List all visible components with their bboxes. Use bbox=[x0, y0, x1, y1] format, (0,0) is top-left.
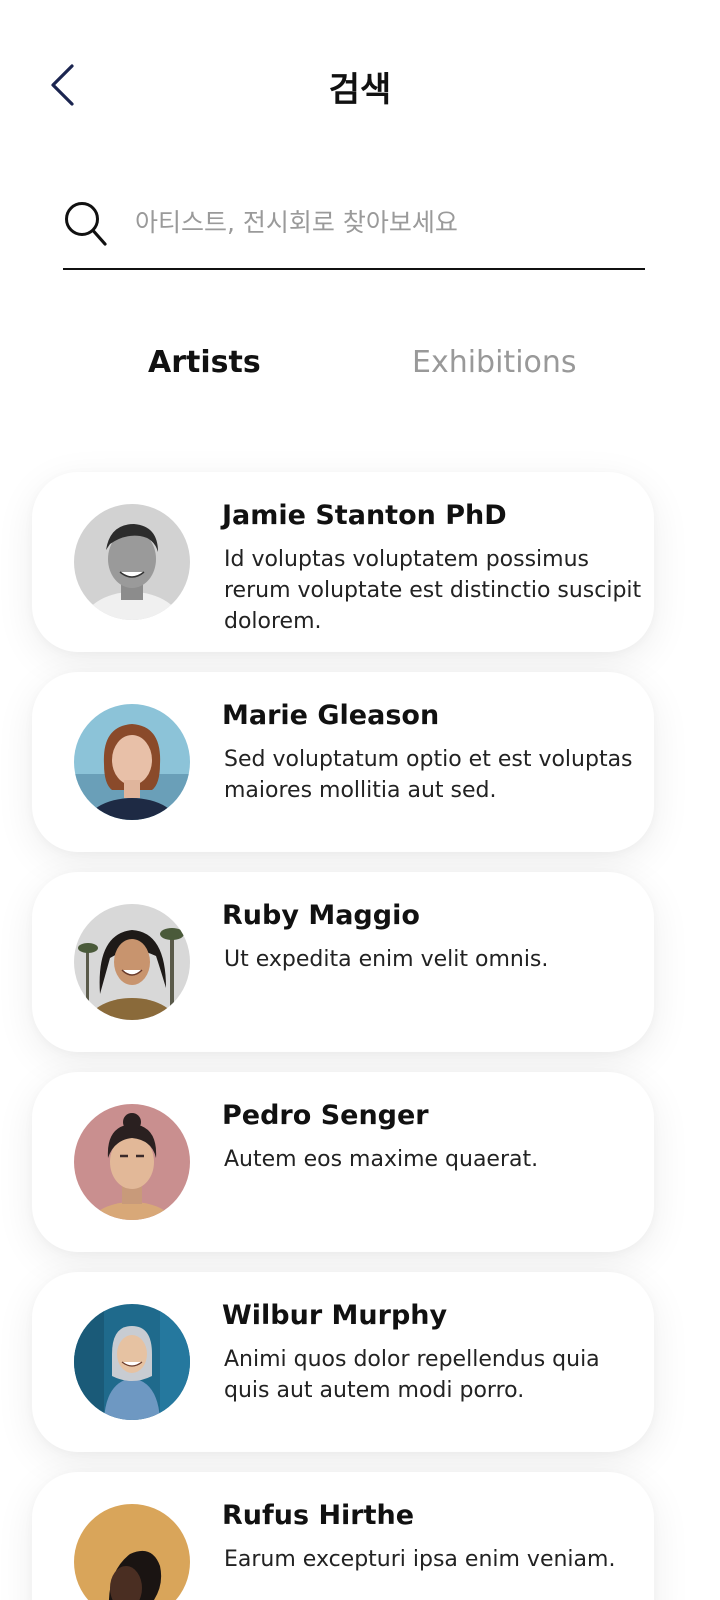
artist-card[interactable]: Marie Gleason Sed voluptatum optio et es… bbox=[32, 672, 654, 852]
artist-description: Autem eos maxime quaerat. bbox=[224, 1147, 539, 1172]
artist-name: Pedro Senger bbox=[222, 1100, 429, 1131]
page-title: 검색 bbox=[328, 70, 392, 110]
artist-description: Earum excepturi ipsa enim veniam. bbox=[224, 1547, 616, 1572]
artist-description: Animi quos dolor repellendus quia quis a… bbox=[224, 1347, 600, 1403]
tab-exhibitions[interactable]: Exhibitions bbox=[412, 345, 577, 380]
artist-name: Wilbur Murphy bbox=[222, 1300, 448, 1331]
search-input[interactable] bbox=[135, 200, 635, 244]
avatar bbox=[74, 1504, 190, 1600]
tab-artists[interactable]: Artists bbox=[148, 345, 261, 380]
tab-bar: Artists Exhibitions bbox=[0, 345, 720, 395]
header: 검색 bbox=[0, 0, 720, 170]
avatar bbox=[74, 504, 190, 620]
search-bar[interactable] bbox=[63, 196, 645, 270]
avatar bbox=[74, 1304, 190, 1420]
search-screen: 검색 Artists Exhibitions bbox=[0, 0, 720, 1600]
artist-description: Ut expedita enim velit omnis. bbox=[224, 947, 549, 972]
artist-card[interactable]: Wilbur Murphy Animi quos dolor repellend… bbox=[32, 1272, 654, 1452]
artist-card[interactable]: Rufus Hirthe Earum excepturi ipsa enim v… bbox=[32, 1472, 654, 1600]
artist-name: Ruby Maggio bbox=[222, 900, 420, 931]
artist-name: Jamie Stanton PhD bbox=[222, 500, 507, 531]
search-icon[interactable] bbox=[63, 200, 109, 248]
artist-description: Id voluptas voluptatem possimus rerum vo… bbox=[224, 547, 642, 634]
avatar bbox=[74, 704, 190, 820]
artist-name: Marie Gleason bbox=[222, 700, 440, 731]
avatar bbox=[74, 1104, 190, 1220]
artist-card[interactable]: Pedro Senger Autem eos maxime quaerat. bbox=[32, 1072, 654, 1252]
artist-description: Sed voluptatum optio et est voluptas mai… bbox=[224, 747, 633, 803]
artist-card[interactable]: Ruby Maggio Ut expedita enim velit omnis… bbox=[32, 872, 654, 1052]
artist-card[interactable]: Jamie Stanton PhD Id voluptas voluptatem… bbox=[32, 472, 654, 652]
artist-name: Rufus Hirthe bbox=[222, 1500, 415, 1531]
avatar bbox=[74, 904, 190, 1020]
